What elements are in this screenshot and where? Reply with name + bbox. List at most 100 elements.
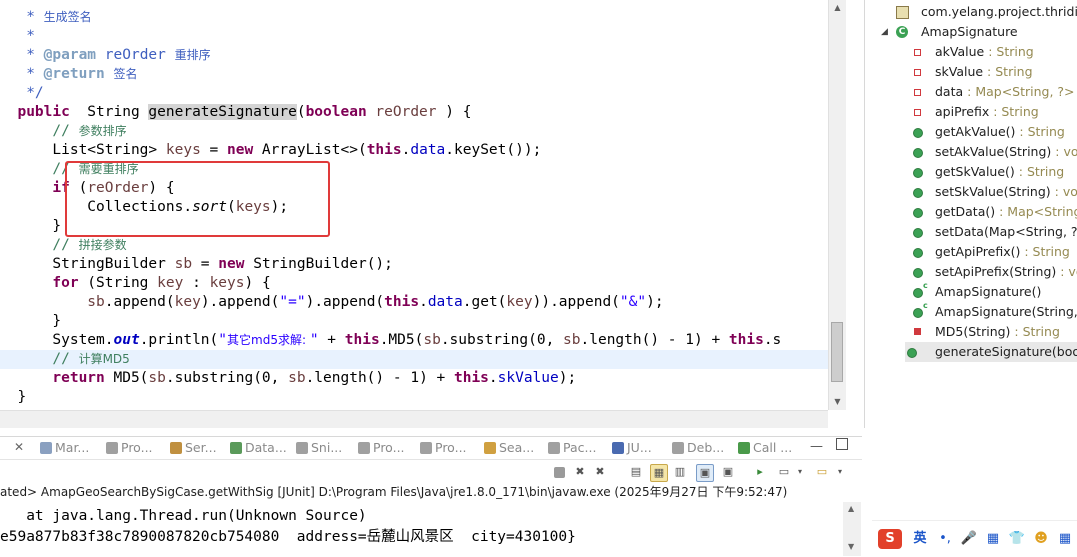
code-line[interactable]: List<String> keys = new ArrayList<>(this… (0, 141, 828, 160)
outline-member[interactable]: MD5(String) : String (911, 322, 1060, 342)
bottom-tab[interactable]: Data... (230, 440, 287, 456)
outline-member[interactable]: c AmapSignature() (911, 281, 1041, 302)
code-line[interactable]: * @param reOrder 重排序 (0, 46, 828, 65)
minimize-icon[interactable]: — (810, 439, 823, 454)
outline-member[interactable]: getData() : Map<String, ?> (911, 202, 1077, 222)
private-method-icon (914, 328, 921, 335)
keyboard-icon[interactable]: ▦ (984, 529, 1002, 549)
code-token: .s (763, 332, 782, 348)
bottom-tab-label: Ser... (185, 440, 217, 455)
code-token: */ (0, 85, 44, 101)
code-token: keys (209, 275, 245, 291)
outline-member[interactable]: setAkValue(String) : void (911, 142, 1077, 162)
code-line[interactable]: * (0, 27, 828, 46)
editor-vertical-scrollbar[interactable]: ▲ ▼ (828, 0, 846, 410)
code-line[interactable]: return MD5(sb.substring(0, sb.length() -… (0, 369, 828, 388)
code-line[interactable]: } (0, 312, 828, 331)
outline-member[interactable]: skValue : String (911, 62, 1033, 82)
code-line[interactable]: */ (0, 84, 828, 103)
collapse-arrow-icon[interactable]: ◢ (881, 22, 888, 42)
emoji-icon[interactable]: ☻ (1032, 529, 1050, 549)
bottom-tab[interactable]: Pro... (420, 440, 467, 456)
outline-member[interactable]: setSkValue(String) : void (911, 182, 1077, 202)
code-line[interactable]: System.out.println("其它md5求解: " + this.MD… (0, 331, 828, 350)
code-line[interactable]: // 计算MD5 (0, 350, 828, 369)
display-console-icon[interactable]: ▭ (776, 464, 792, 480)
clear-console-icon[interactable]: ▤ (628, 464, 644, 480)
code-token: ) { (244, 275, 271, 291)
code-editor[interactable]: * 生成签名 * * @param reOrder 重排序 * @return … (0, 0, 846, 428)
bottom-tab[interactable]: Pro... (106, 440, 153, 456)
bottom-tab[interactable]: Deb... (672, 440, 724, 456)
code-token: .append( (104, 294, 175, 310)
bottom-tab[interactable]: Pro... (358, 440, 405, 456)
console-output[interactable]: at java.lang.Thread.run(Unknown Source) … (0, 502, 843, 556)
bottom-tab-label: Pac... (563, 440, 597, 455)
close-icon[interactable]: ✕ (14, 440, 24, 454)
microphone-icon[interactable]: 🎤 (960, 529, 978, 549)
outline-class[interactable]: ◢ C AmapSignature (881, 22, 1018, 42)
maximize-icon[interactable] (836, 438, 848, 450)
scroll-up-icon[interactable]: ▲ (848, 504, 854, 513)
scroll-up-icon[interactable]: ▲ (829, 0, 846, 16)
scroll-thumb[interactable] (831, 322, 843, 382)
sogou-logo-icon[interactable]: S (878, 529, 902, 549)
scroll-lock-icon[interactable]: ▦ (650, 464, 668, 482)
code-line[interactable]: * 生成签名 (0, 8, 828, 27)
code-line[interactable]: // 拼接参数 (0, 236, 828, 255)
bottom-tab[interactable]: Pac... (548, 440, 596, 456)
bottom-tab[interactable]: JU... (612, 440, 652, 456)
code-line[interactable]: * @return 签名 (0, 65, 828, 84)
outline-member[interactable]: akValue : String (911, 42, 1034, 62)
code-token: ); (646, 294, 664, 310)
code-line[interactable]: for (String key : keys) { (0, 274, 828, 293)
punctuation-icon[interactable]: •, (936, 529, 954, 549)
outline-package[interactable]: com.yelang.project.thridint (896, 2, 1077, 22)
outline-member[interactable]: getApiPrefix() : String (911, 242, 1070, 262)
outline-member-type: : String (1014, 164, 1065, 179)
outline-member[interactable]: data : Map<String, ?> (911, 82, 1075, 102)
bottom-tab[interactable]: Call ... (738, 440, 792, 456)
outline-member-type: : String (989, 104, 1039, 119)
outline-member[interactable]: c AmapSignature(String, String) (911, 301, 1077, 322)
show-on-output-icon[interactable]: ▣ (696, 464, 714, 482)
outline-member[interactable]: setApiPrefix(String) : void (911, 262, 1077, 282)
scroll-down-icon[interactable]: ▼ (829, 394, 846, 410)
skin-icon[interactable]: 👕 (1008, 529, 1026, 549)
new-console-icon[interactable]: ▭ (814, 464, 830, 480)
toolbox-icon[interactable]: ▦ (1056, 529, 1074, 549)
scroll-down-icon[interactable]: ▼ (848, 542, 854, 551)
outline-member[interactable]: generateSignature(boolean) (905, 342, 1077, 362)
outline-member[interactable]: getAkValue() : String (911, 122, 1065, 142)
code-line[interactable]: sb.append(key).append("=").append(this.d… (0, 293, 828, 312)
outline-member-type: : void (1055, 144, 1077, 159)
code-line[interactable]: StringBuilder sb = new StringBuilder(); (0, 255, 828, 274)
chevron-down-icon[interactable]: ▾ (792, 464, 808, 480)
remove-launch-icon[interactable]: ✖ (572, 464, 588, 480)
bottom-tab[interactable]: Ser... (170, 440, 217, 456)
console-vertical-scrollbar[interactable]: ▲ ▼ (843, 502, 861, 556)
outline-member-label: getAkValue() (935, 124, 1016, 139)
view-tab-icon (170, 442, 182, 454)
outline-member[interactable]: getSkValue() : String (911, 162, 1064, 182)
show-on-error-icon[interactable]: ▣ (720, 464, 736, 480)
pin-console-icon[interactable]: ▸ (752, 464, 768, 480)
word-wrap-icon[interactable]: ▥ (672, 464, 688, 480)
editor-horizontal-scrollbar[interactable] (0, 410, 828, 428)
code-token: = (200, 142, 227, 158)
code-token: this (453, 370, 489, 386)
outline-member[interactable]: apiPrefix : String (911, 102, 1039, 122)
chevron-down-icon[interactable]: ▾ (832, 464, 848, 480)
remove-all-icon[interactable]: ✖ (592, 464, 608, 480)
bottom-tab[interactable]: Mar... (40, 440, 89, 456)
ime-lang-toggle[interactable]: 英 (910, 529, 930, 549)
code-line[interactable]: } (0, 388, 828, 407)
bottom-tab[interactable]: Sni... (296, 440, 342, 456)
code-line[interactable]: public String generateSignature(boolean … (0, 103, 828, 122)
code-token: } (0, 389, 27, 405)
outline-member[interactable]: setData(Map<String, ?>) (911, 222, 1077, 242)
code-line[interactable]: // 参数排序 (0, 122, 828, 141)
terminate-icon[interactable] (554, 467, 565, 478)
bottom-tab[interactable]: Sea... (484, 440, 534, 456)
view-tab-icon (40, 442, 52, 454)
